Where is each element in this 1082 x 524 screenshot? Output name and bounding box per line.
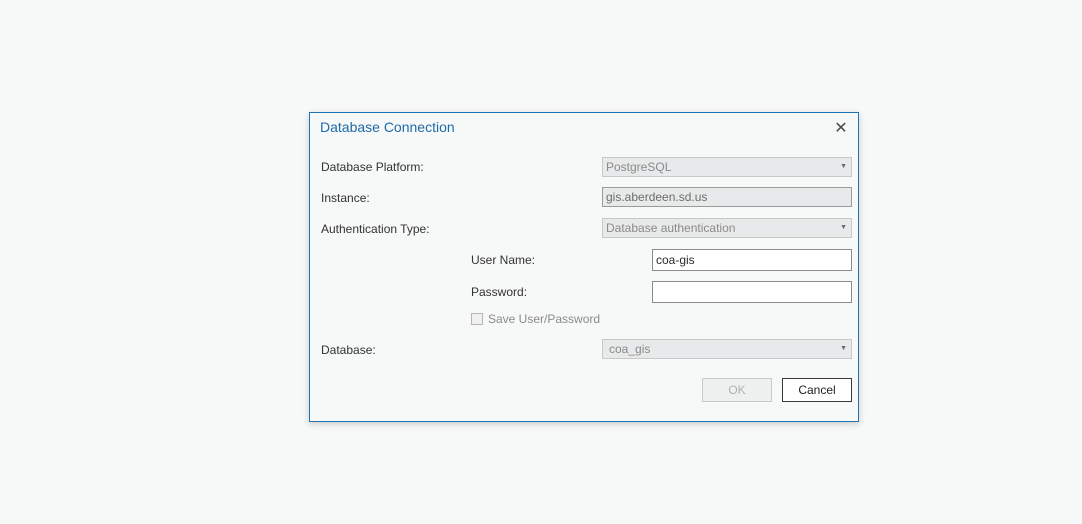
password-label: Password: xyxy=(471,285,528,299)
username-label: User Name: xyxy=(471,253,536,267)
auth-type-value: Database authentication xyxy=(606,221,736,235)
database-dropdown[interactable]: coa_gis ▼ xyxy=(602,339,852,359)
database-value: coa_gis xyxy=(609,342,651,356)
ok-button[interactable]: OK xyxy=(702,378,772,402)
instance-field[interactable]: gis.aberdeen.sd.us xyxy=(602,187,852,207)
platform-dropdown[interactable]: PostgreSQL ▼ xyxy=(602,157,852,177)
auth-type-dropdown[interactable]: Database authentication ▼ xyxy=(602,218,852,238)
instance-label: Instance: xyxy=(321,191,370,205)
chevron-down-icon: ▼ xyxy=(840,224,847,231)
chevron-down-icon: ▼ xyxy=(840,163,847,170)
database-label: Database: xyxy=(321,343,376,357)
save-credentials-row[interactable]: Save User/Password xyxy=(471,312,600,326)
instance-value: gis.aberdeen.sd.us xyxy=(606,190,708,204)
dialog-title: Database Connection xyxy=(320,119,455,135)
platform-value: PostgreSQL xyxy=(606,160,672,174)
username-value: coa-gis xyxy=(656,253,695,267)
chevron-down-icon: ▼ xyxy=(840,345,847,352)
auth-type-label: Authentication Type: xyxy=(321,222,430,236)
save-credentials-label: Save User/Password xyxy=(488,312,601,326)
password-input[interactable] xyxy=(652,281,852,303)
save-credentials-checkbox[interactable] xyxy=(471,313,483,325)
database-connection-dialog: Database Connection ✕ Database Platform:… xyxy=(309,112,859,422)
cancel-button[interactable]: Cancel xyxy=(782,378,852,402)
username-input[interactable]: coa-gis xyxy=(652,249,852,271)
platform-label: Database Platform: xyxy=(321,160,424,174)
close-icon[interactable]: ✕ xyxy=(832,119,850,137)
